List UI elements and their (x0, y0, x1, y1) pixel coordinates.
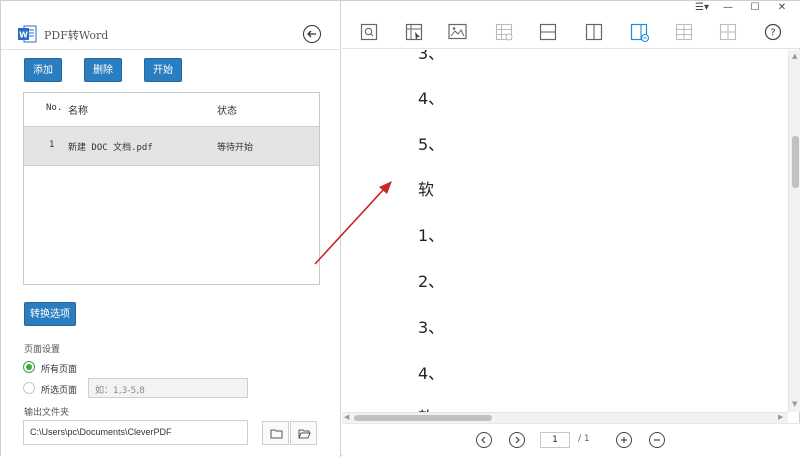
back-arrow-icon[interactable] (303, 25, 321, 43)
table-row[interactable]: 1 新建 DOC 文档.pdf 等待开始 (24, 126, 319, 166)
close-icon[interactable]: ✕ (772, 2, 792, 13)
preview-line: 软 (418, 404, 434, 412)
row-status: 等待开始 (217, 143, 254, 153)
preview-line: 3、 (418, 318, 445, 337)
vertical-scroll-thumb[interactable] (792, 136, 799, 188)
column-header-no: No. (46, 103, 63, 113)
table-grid-alt-icon[interactable] (719, 23, 737, 41)
zoom-fit-icon[interactable] (360, 23, 378, 41)
table-delete-icon[interactable] (495, 23, 513, 41)
total-pages: / 1 (578, 434, 590, 444)
previous-page-icon[interactable] (476, 432, 492, 448)
add-button[interactable]: 添加 (24, 58, 62, 82)
preview-toolbar: ☰▾ — ☐ ✕ ? (342, 1, 800, 49)
output-path-field[interactable]: C:\Users\pc\Documents\CleverPDF (23, 420, 248, 445)
current-page-input[interactable]: 1 (540, 432, 570, 448)
svg-text:?: ? (770, 28, 775, 39)
output-folder-label: 输出文件夹 (24, 408, 70, 418)
vertical-scrollbar[interactable]: ▲ ▼ (788, 50, 800, 412)
delete-button[interactable]: 删除 (84, 58, 122, 82)
conversion-options-button[interactable]: 转换选项 (24, 302, 76, 326)
selected-pages-radio[interactable] (23, 382, 35, 394)
folder-open-icon (298, 429, 311, 439)
help-icon[interactable]: ? (764, 23, 782, 41)
scroll-down-icon[interactable]: ▼ (792, 400, 797, 408)
app-window: W PDF转Word 添加 删除 开始 No. 名称 状态 1 新建 DOC 文… (0, 0, 800, 457)
title-divider (1, 49, 341, 50)
minimize-icon[interactable]: — (718, 2, 738, 13)
column-header-status: 状态 (217, 106, 237, 117)
table-grid-icon[interactable] (675, 23, 693, 41)
all-pages-radio[interactable] (23, 361, 35, 373)
zoom-in-icon[interactable] (616, 432, 632, 448)
preview-line: 3、 (418, 50, 445, 63)
horizontal-split-icon[interactable] (539, 23, 557, 41)
page-settings-label: 页面设置 (24, 345, 61, 355)
preview-line: 软 (418, 180, 435, 199)
folder-icon (270, 429, 283, 439)
select-region-icon[interactable] (405, 23, 423, 41)
word-icon: W (17, 24, 37, 44)
open-folder-button[interactable] (290, 421, 317, 445)
svg-text:W: W (19, 31, 28, 40)
column-header-name: 名称 (68, 106, 88, 117)
horizontal-scroll-thumb[interactable] (354, 415, 492, 421)
row-file-name: 新建 DOC 文档.pdf (68, 143, 153, 153)
preview-line: 4、 (418, 89, 445, 108)
horizontal-scrollbar[interactable]: ◀ ▶ (342, 412, 788, 423)
page-range-input[interactable]: 如：1,3-5,8 (88, 378, 248, 398)
zoom-out-icon[interactable] (649, 432, 665, 448)
document-preview[interactable]: 3、 4、 5、 软 1、 2、 3、 4、 软 (342, 50, 788, 412)
page-navigator: 1 / 1 (342, 423, 800, 457)
scroll-up-icon[interactable]: ▲ (792, 52, 797, 60)
selected-pages-label[interactable]: 所选页面 (41, 383, 77, 396)
left-panel: W PDF转Word 添加 删除 开始 No. 名称 状态 1 新建 DOC 文… (1, 1, 341, 457)
file-table: No. 名称 状态 1 新建 DOC 文档.pdf 等待开始 (23, 92, 320, 285)
row-index: 1 (49, 140, 55, 150)
all-pages-label[interactable]: 所有页面 (41, 362, 77, 375)
preview-line: 4、 (418, 364, 445, 383)
vertical-split-icon[interactable] (585, 23, 603, 41)
scroll-left-icon[interactable]: ◀ (344, 413, 349, 421)
maximize-icon[interactable]: ☐ (745, 2, 765, 13)
region-remove-icon[interactable] (630, 23, 650, 43)
image-region-icon[interactable] (448, 23, 467, 41)
next-page-icon[interactable] (509, 432, 525, 448)
preview-line: 1、 (418, 226, 445, 245)
browse-folder-button[interactable] (262, 421, 289, 445)
app-title: PDF转Word (44, 29, 109, 42)
menu-icon[interactable]: ☰▾ (692, 2, 712, 13)
preview-line: 5、 (418, 135, 445, 154)
start-button[interactable]: 开始 (144, 58, 182, 82)
preview-line: 2、 (418, 272, 445, 291)
scroll-right-icon[interactable]: ▶ (778, 413, 783, 421)
